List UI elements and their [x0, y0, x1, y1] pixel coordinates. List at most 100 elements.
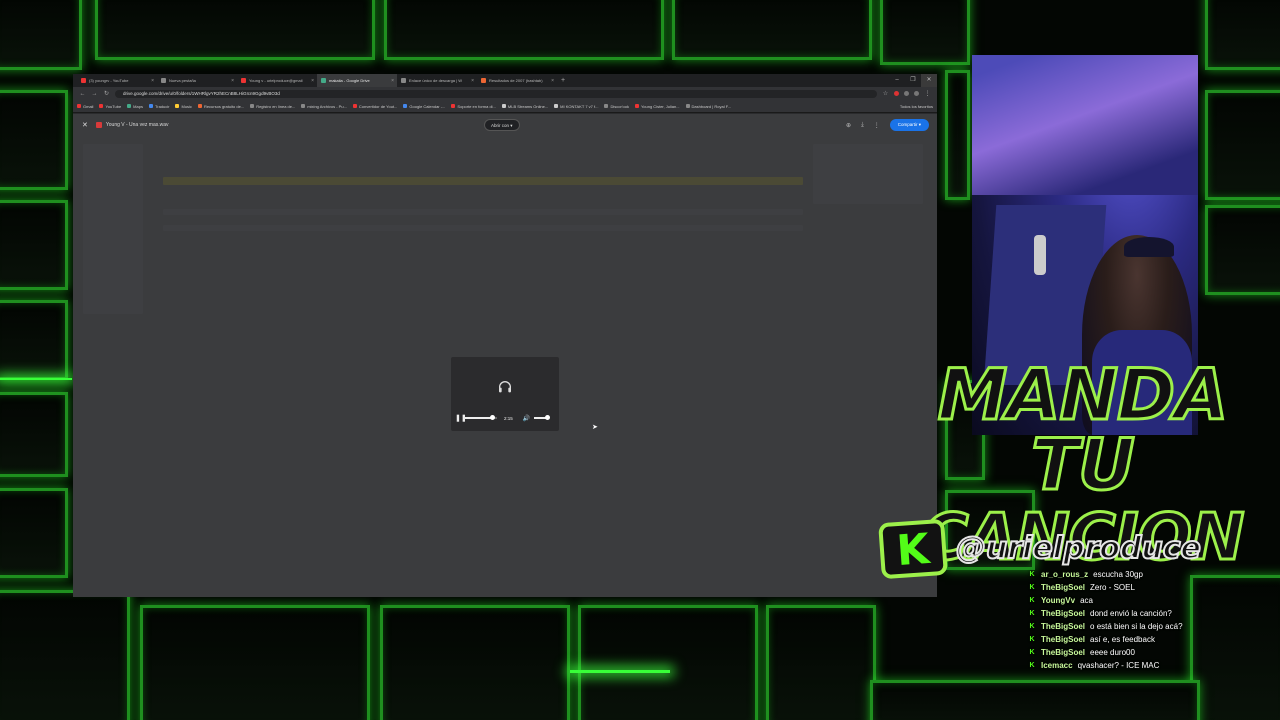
file-title: Young V - Una vez mas.wav	[95, 122, 169, 128]
tab-google-drive[interactable]: makaiia - Google Drive ×	[317, 74, 397, 87]
extension-icon[interactable]	[894, 91, 899, 96]
close-tab-icon[interactable]: ×	[231, 78, 234, 84]
chat-message: K TheBigSoel dond envió la canción?	[1029, 609, 1172, 618]
reload-icon[interactable]: ↻	[103, 90, 110, 97]
address-bar-row: ← → ↻ drive.google.com/drive/u/0/folders…	[73, 87, 937, 100]
gmail-icon	[241, 78, 246, 83]
bookmark-item[interactable]: Traducir	[148, 104, 169, 109]
kick-icon: K	[1029, 661, 1035, 669]
dimmed-drive-content	[163, 225, 803, 231]
close-preview-icon[interactable]: ✕	[82, 121, 88, 129]
bookmark-favicon	[451, 104, 456, 108]
kick-logo-icon: K	[878, 518, 948, 580]
bookmark-star-icon[interactable]: ☆	[882, 90, 889, 97]
seek-slider[interactable]	[465, 415, 497, 420]
profile-avatar[interactable]	[914, 91, 919, 96]
close-tab-icon[interactable]: ×	[471, 78, 474, 84]
bookmark-item[interactable]: Maps	[127, 104, 143, 109]
bookmark-item[interactable]: mixing Archivos - Pu...	[301, 104, 347, 109]
tab-favicon	[481, 78, 486, 83]
close-tab-icon[interactable]: ×	[311, 78, 314, 84]
maximize-icon[interactable]: ❐	[905, 74, 921, 87]
back-icon[interactable]: ←	[79, 91, 86, 97]
mouse-cursor-icon: ➤	[592, 424, 598, 431]
seek-handle[interactable]	[490, 415, 496, 420]
close-window-icon[interactable]: ✕	[921, 74, 937, 87]
chat-message: K Icemacc qvashacer? - ICE MAC	[1029, 661, 1160, 670]
tab-bar: (3) youngrv - YouTube × Nueva pestaña × Yo…	[73, 74, 937, 87]
dimmed-drive-content	[83, 144, 143, 314]
download-icon[interactable]: ⤓	[861, 122, 864, 129]
bookmarks-bar: Gmail YouTube Maps Traducir Music Recurs…	[73, 100, 937, 113]
chat-message: Kar_o_rous_z escucha 30gp	[1029, 570, 1143, 579]
dimmed-drive-content	[813, 144, 923, 204]
tab-gmail[interactable]: Young v - urielproduce@gmail ×	[237, 74, 317, 87]
bookmark-item[interactable]: Discor'ook	[604, 104, 629, 109]
tab-new[interactable]: Nueva pestaña ×	[157, 74, 237, 87]
minimize-icon[interactable]: –	[889, 74, 905, 87]
playback-time: 2:15	[504, 415, 513, 421]
volume-handle[interactable]	[545, 415, 551, 420]
bookmark-favicon	[301, 104, 306, 108]
volume-icon[interactable]: 🔊	[523, 415, 530, 422]
bookmark-item[interactable]: Soporte en forma di...	[451, 104, 496, 109]
more-options-icon[interactable]: ⋮	[874, 122, 880, 129]
bookmark-item[interactable]: Music	[175, 104, 192, 109]
bookmark-favicon	[99, 104, 104, 108]
volume-slider[interactable]	[534, 415, 551, 420]
tab-favicon	[161, 78, 166, 83]
share-button[interactable]: Compartir ▾	[889, 119, 929, 131]
player-controls: ❚❚ 2:15 🔊	[455, 413, 555, 423]
chat-overlay: Kar_o_rous_z escucha 30gp K TheBigSoel Zero…	[1028, 568, 1268, 672]
chat-message: K TheBigSoel Zero - SOEL	[1029, 583, 1135, 592]
extension-icon[interactable]	[904, 91, 909, 96]
pause-icon[interactable]: ❚❚	[455, 414, 467, 422]
bookmark-item[interactable]: Google Calendar -...	[403, 104, 445, 109]
bookmark-favicon	[148, 104, 153, 108]
bookmark-item[interactable]: MLB Streams Online...	[501, 104, 548, 109]
window-controls: – ❐ ✕	[889, 74, 937, 87]
kick-icon: K	[1029, 596, 1035, 604]
bookmark-item[interactable]: Registro en línea de...	[250, 104, 295, 109]
bookmark-favicon	[604, 104, 609, 108]
close-tab-icon[interactable]: ×	[391, 78, 394, 84]
preview-actions: ⊕ ⤓ ⋮ Compartir ▾	[846, 119, 929, 131]
audio-file-icon	[95, 122, 102, 128]
open-with-button[interactable]: Abrir con ▾	[484, 119, 520, 131]
browser-window: (3) youngrv - YouTube × Nueva pestaña × Yo…	[73, 74, 937, 597]
chat-message: K TheBigSoel así e, es feedback	[1029, 635, 1155, 644]
menu-icon[interactable]: ⋮	[924, 90, 931, 97]
bookmark-item[interactable]: Young Cister, Julian...	[635, 104, 680, 109]
dimmed-drive-content	[163, 209, 803, 215]
chat-message: K TheBigSoel o está bien si la dejo acá?	[1029, 622, 1183, 631]
chat-message: K YoungVv aca	[1029, 596, 1093, 605]
tab-youtube[interactable]: (3) youngrv - YouTube ×	[77, 74, 157, 87]
bookmark-item[interactable]: MI KONTAKT 7 v7 f...	[554, 104, 598, 109]
url-input[interactable]: drive.google.com/drive/u/0/folders/1WHRl…	[115, 89, 877, 98]
stream-scene: (3) youngrv - YouTube × Nueva pestaña × Yo…	[0, 0, 1280, 720]
bookmark-favicon	[175, 104, 180, 108]
new-tab-button[interactable]: +	[557, 77, 569, 84]
bookmark-item[interactable]: Dashboard | Royal F...	[685, 104, 731, 109]
all-bookmarks-folder[interactable]: Todos los favoritos	[900, 104, 933, 109]
close-tab-icon[interactable]: ×	[151, 78, 154, 84]
tab-download-link[interactable]: Enlace único de descarga | W ×	[397, 74, 477, 87]
bookmark-favicon	[197, 104, 202, 108]
close-tab-icon[interactable]: ×	[551, 78, 554, 84]
forward-icon[interactable]: →	[91, 91, 98, 97]
bookmark-item[interactable]: Recursos gratuito de...	[197, 104, 244, 109]
add-to-drive-icon[interactable]: ⊕	[846, 122, 851, 129]
bookmark-item[interactable]: YouTube	[99, 104, 121, 109]
microphone	[1034, 235, 1046, 275]
bookmark-favicon	[352, 104, 357, 108]
streamer-cap	[1124, 237, 1174, 257]
kick-icon: K	[1029, 635, 1035, 643]
bookmark-item[interactable]: Gmail	[77, 104, 93, 109]
kick-icon: K	[1029, 570, 1035, 578]
headphones-icon	[499, 381, 511, 393]
bookmark-favicon	[635, 104, 639, 108]
tab-results[interactable]: Resultados de 2007 (hashtab) ×	[477, 74, 557, 87]
bookmark-favicon	[685, 104, 690, 108]
bookmark-favicon	[554, 104, 559, 108]
bookmark-item[interactable]: Convertidor de Yout...	[352, 104, 397, 109]
